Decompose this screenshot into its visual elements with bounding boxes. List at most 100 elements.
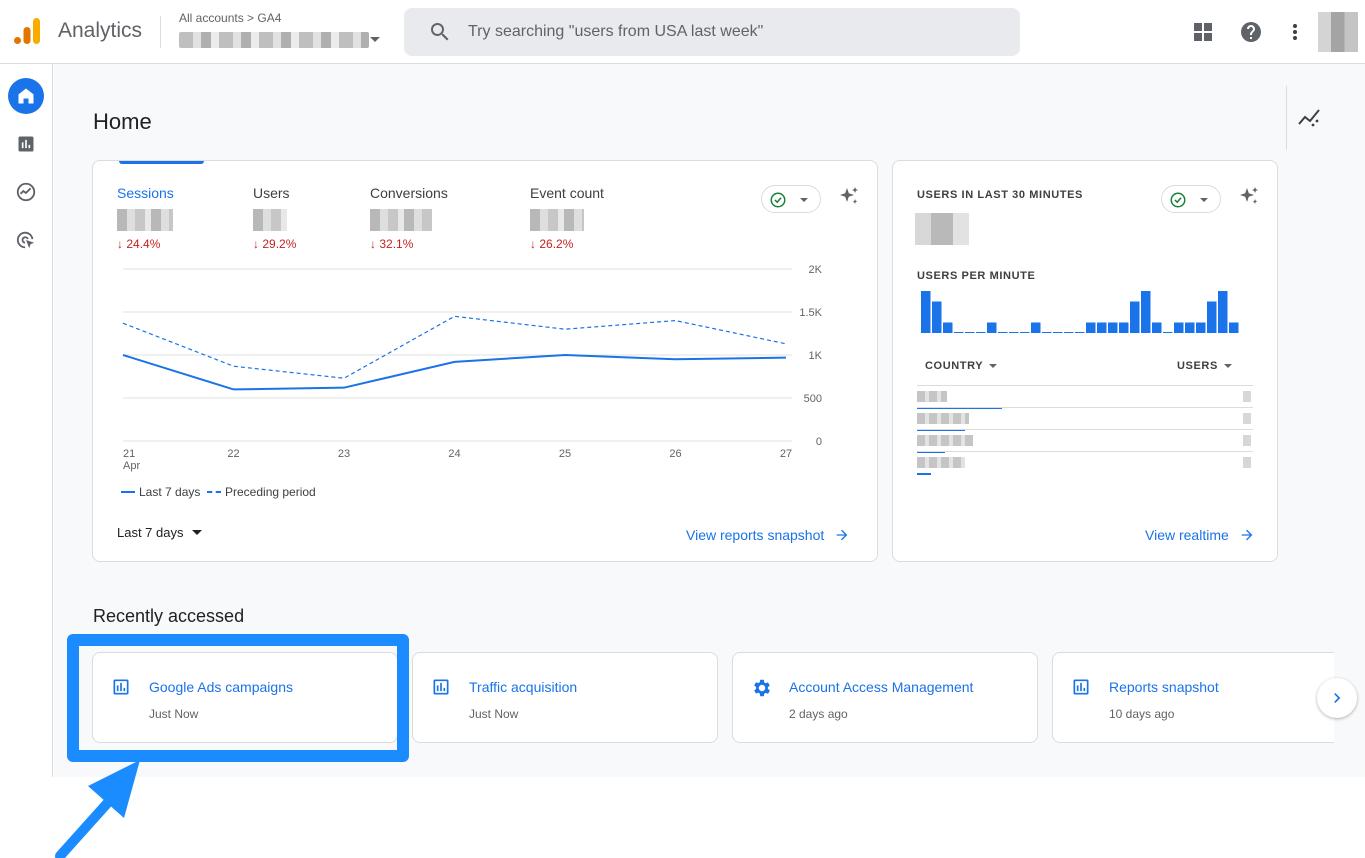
arrow-down-icon: ↓ <box>370 237 376 251</box>
realtime-data-quality-dropdown[interactable] <box>1161 185 1221 213</box>
recent-card-traffic-acquisition[interactable]: Traffic acquisition Just Now <box>412 652 718 743</box>
x-tick-label: 26 <box>669 448 681 460</box>
metric-label: Conversions <box>370 185 448 201</box>
x-tick-label: 22 <box>227 448 239 460</box>
carousel-next-button[interactable] <box>1317 678 1357 718</box>
metric-label: Users <box>253 185 290 201</box>
annotation-highlight-box <box>67 634 409 762</box>
caret-down-icon <box>191 530 202 535</box>
gear-icon <box>754 679 770 697</box>
per-minute-bar <box>1097 322 1107 333</box>
y-tick-label: 500 <box>804 393 822 405</box>
per-minute-bar <box>1174 322 1184 333</box>
country-column-header[interactable]: COUNTRY <box>925 360 998 372</box>
nav-home[interactable] <box>8 78 44 114</box>
per-minute-bar <box>921 291 931 333</box>
home-icon <box>18 88 34 104</box>
per-minute-bar <box>1086 322 1096 333</box>
sparkle-insights-icon[interactable] <box>837 185 861 209</box>
caret-down-icon <box>1223 364 1232 368</box>
realtime-title: USERS IN LAST 30 MINUTES <box>917 189 1083 201</box>
help-icon[interactable] <box>1239 20 1263 44</box>
table-row <box>917 407 1253 431</box>
metric-value <box>117 209 173 231</box>
legend-item-last-7-days: Last 7 days <box>121 485 200 499</box>
metric-tab-users[interactable]: Users ↓ 29.2% <box>253 185 296 251</box>
per-minute-bar <box>1075 332 1085 333</box>
x-tick-label: 27 <box>780 448 792 460</box>
recent-card-reports-snapshot[interactable]: Reports snapshot 10 days ago <box>1052 652 1358 743</box>
per-minute-bar <box>1020 332 1030 333</box>
table-row <box>917 385 1253 409</box>
account-breadcrumb[interactable]: All accounts > GA4 <box>179 11 281 25</box>
metric-change: 24.4% <box>126 237 161 251</box>
legend-swatch-solid <box>121 491 135 493</box>
recent-card-account-access-management[interactable]: Account Access Management 2 days ago <box>732 652 1038 743</box>
account-property-name[interactable] <box>179 32 369 48</box>
per-minute-bar <box>1108 322 1118 333</box>
share-bar <box>917 473 931 475</box>
sessions-trend-chart: 2K 1.5K 1K 500 0 21 22 23 24 25 26 27 Apr <box>122 264 823 472</box>
insights-icon[interactable] <box>1297 106 1323 130</box>
check-circle-icon <box>1170 192 1186 208</box>
table-row <box>917 429 1253 453</box>
x-tick-label: 23 <box>338 448 350 460</box>
per-minute-bar <box>1119 322 1129 333</box>
apps-grid-icon[interactable] <box>1191 20 1215 44</box>
divider <box>160 16 161 48</box>
page-title: Home <box>93 109 152 134</box>
more-vert-icon[interactable] <box>1283 20 1307 44</box>
top-bar: Analytics All accounts > GA4 <box>0 0 1365 64</box>
section-title-recently-accessed: Recently accessed <box>93 606 245 626</box>
explore-icon <box>16 182 36 202</box>
search-icon <box>431 23 449 41</box>
y-tick-label: 1.5K <box>799 307 822 319</box>
active-tab-indicator <box>119 161 204 164</box>
search-bar[interactable] <box>404 8 1020 56</box>
nav-reports[interactable] <box>8 126 44 162</box>
check-circle-icon <box>770 192 786 208</box>
metric-value <box>253 209 287 231</box>
metric-tab-sessions[interactable]: Sessions ↓ 24.4% <box>117 185 174 251</box>
analytics-logo-icon[interactable] <box>12 16 42 46</box>
caret-down-icon <box>989 364 998 368</box>
y-tick-label: 1K <box>809 350 823 362</box>
country-name <box>917 413 969 424</box>
link-label: View realtime <box>1145 527 1229 543</box>
reports-icon <box>18 136 34 152</box>
users-column-header[interactable]: USERS <box>1177 360 1232 372</box>
account-dropdown-caret-icon[interactable] <box>370 37 380 42</box>
metric-change: 26.2% <box>539 237 574 251</box>
metric-tab-conversions[interactable]: Conversions ↓ 32.1% <box>370 185 448 251</box>
column-label: USERS <box>1177 360 1218 372</box>
bar-chart-icon <box>1073 679 1089 695</box>
search-input[interactable] <box>468 8 1008 56</box>
per-minute-bar <box>1218 291 1228 333</box>
view-reports-snapshot-link[interactable]: View reports snapshot <box>686 527 850 543</box>
date-range-label: Last 7 days <box>117 525 184 540</box>
x-tick-label: 25 <box>559 448 571 460</box>
legend-swatch-dashed <box>207 491 221 493</box>
arrow-forward-icon <box>1241 529 1253 541</box>
nav-advertising[interactable] <box>8 222 44 258</box>
app-name: Analytics <box>58 19 143 42</box>
per-minute-bar <box>954 332 964 333</box>
user-count <box>1243 391 1251 402</box>
user-count <box>1243 435 1251 446</box>
per-minute-bar <box>1053 332 1063 333</box>
date-range-dropdown[interactable]: Last 7 days <box>117 525 202 540</box>
recent-item-time: 10 days ago <box>1109 707 1175 721</box>
chevron-down-icon <box>800 198 808 202</box>
data-quality-dropdown[interactable] <box>761 185 821 213</box>
table-row <box>917 451 1253 475</box>
recent-item-time: Just Now <box>469 707 519 721</box>
nav-explore[interactable] <box>8 174 44 210</box>
sparkle-insights-icon[interactable] <box>1237 185 1261 209</box>
per-minute-bar <box>1185 322 1195 333</box>
account-avatar[interactable] <box>1318 12 1358 52</box>
view-realtime-link[interactable]: View realtime <box>1145 527 1255 543</box>
annotation-arrow-icon <box>55 760 140 858</box>
users-per-minute-chart <box>921 291 1239 333</box>
user-count <box>1243 413 1251 424</box>
metric-tab-event-count[interactable]: Event count ↓ 26.2% <box>530 185 604 251</box>
